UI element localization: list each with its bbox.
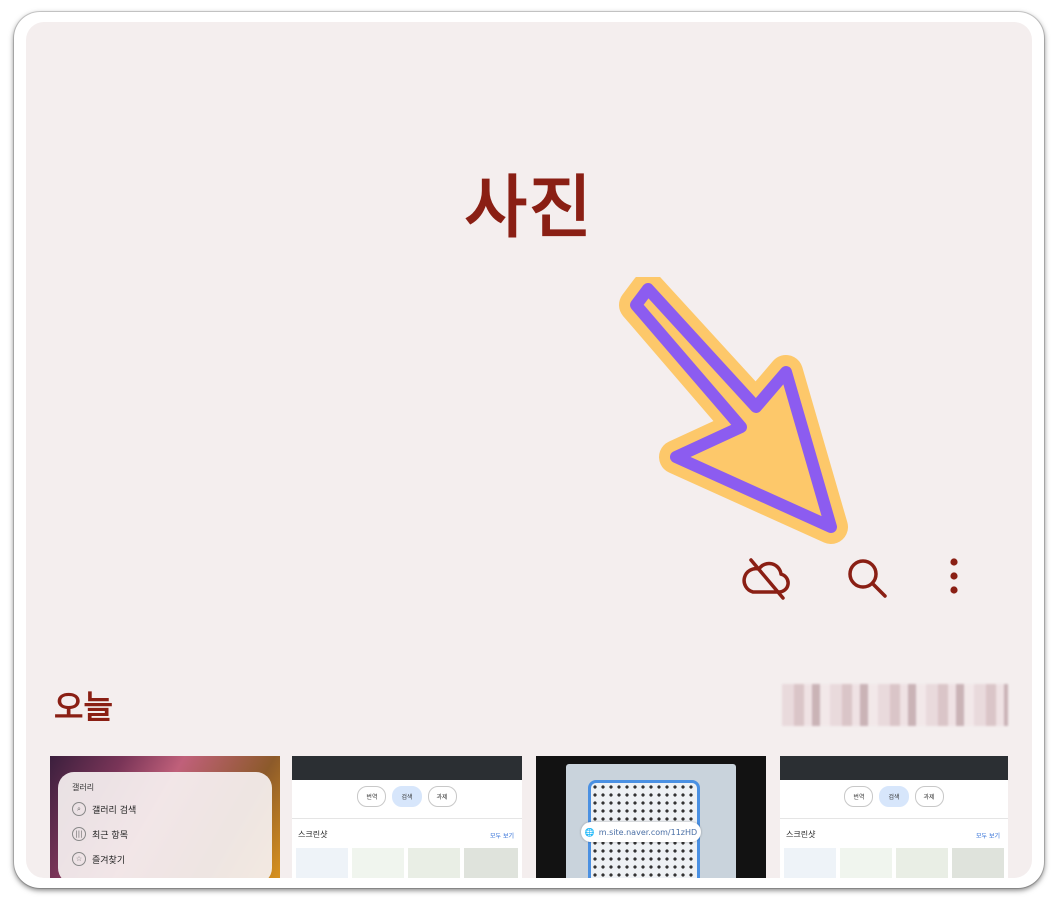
chip-row: 번역 검색 과제 [780, 786, 1008, 807]
photo-thumbnail[interactable]: 번역 검색 과제 스크린샷 모두 보기 [780, 756, 1008, 878]
blurred-control[interactable] [782, 684, 1008, 726]
photo-thumbnail[interactable]: 갤러리 ⌕ 갤러리 검색 ||| 최근 항목 ☆ 즐겨찾기 [50, 756, 280, 878]
search-icon: ⌕ [72, 802, 86, 816]
album-label: 스크린샷 [298, 830, 328, 839]
cloud-off-icon [742, 558, 790, 600]
list-item: ||| 최근 항목 [72, 827, 128, 841]
cloud-off-button[interactable] [739, 550, 795, 606]
url-text: m.site.naver.com/11zHD [598, 827, 698, 837]
chip-translate: 번역 [844, 786, 874, 807]
grid-cell [952, 848, 1004, 878]
divider [292, 818, 522, 819]
grid-cell [896, 848, 948, 878]
chip-translate: 번역 [357, 786, 387, 807]
gallery-menu-panel: 갤러리 ⌕ 갤러리 검색 ||| 최근 항목 ☆ 즐겨찾기 [58, 772, 272, 878]
list-item: ⌕ 갤러리 검색 [72, 802, 136, 816]
page-title: 사진 [464, 169, 594, 248]
list-item-label: 갤러리 검색 [92, 805, 137, 816]
panel-title: 갤러리 [72, 783, 95, 792]
chip-search: 검색 [879, 786, 909, 807]
grid-cell [840, 848, 892, 878]
view-all-link: 모두 보기 [976, 833, 1000, 840]
section-title-today: 오늘 [54, 688, 113, 726]
photo-thumbnail[interactable]: 🌐 m.site.naver.com/11zHD [536, 756, 766, 878]
url-pill: 🌐 m.site.naver.com/11zHD [581, 822, 701, 842]
chip-search: 검색 [392, 786, 422, 807]
annotation-arrow [596, 272, 856, 547]
chip-homework: 과제 [427, 786, 457, 807]
screenshot-frame: 사진 오늘 갤러리 ⌕ 갤러리 검색 ||| 최근 항목 ☆ 즐겨찾기 번역 검… [14, 12, 1044, 888]
view-all-link: 모두 보기 [490, 833, 514, 840]
grid-cell [784, 848, 836, 878]
search-button[interactable] [839, 550, 895, 606]
recent-icon: ||| [72, 827, 86, 841]
grid-cell [408, 848, 460, 878]
list-item-label: 최근 항목 [92, 830, 128, 841]
grid-cell [464, 848, 518, 878]
divider [780, 818, 1008, 819]
status-bar [292, 756, 522, 780]
status-bar [780, 756, 1008, 780]
chip-homework: 과제 [914, 786, 944, 807]
gallery-screen: 사진 오늘 갤러리 ⌕ 갤러리 검색 ||| 최근 항목 ☆ 즐겨찾기 번역 검… [26, 22, 1032, 878]
globe-icon: 🌐 [584, 827, 595, 837]
album-label: 스크린샷 [786, 830, 816, 839]
search-icon [848, 559, 887, 598]
chip-row: 번역 검색 과제 [292, 786, 522, 807]
list-item: ☆ 즐겨찾기 [72, 852, 125, 866]
star-icon: ☆ [72, 852, 86, 866]
more-options-button[interactable] [926, 550, 982, 606]
more-vert-icon [950, 558, 958, 594]
grid-cell [296, 848, 348, 878]
list-item-label: 즐겨찾기 [92, 855, 126, 866]
photo-thumbnail[interactable]: 번역 검색 과제 스크린샷 모두 보기 [292, 756, 522, 878]
grid-cell [352, 848, 404, 878]
